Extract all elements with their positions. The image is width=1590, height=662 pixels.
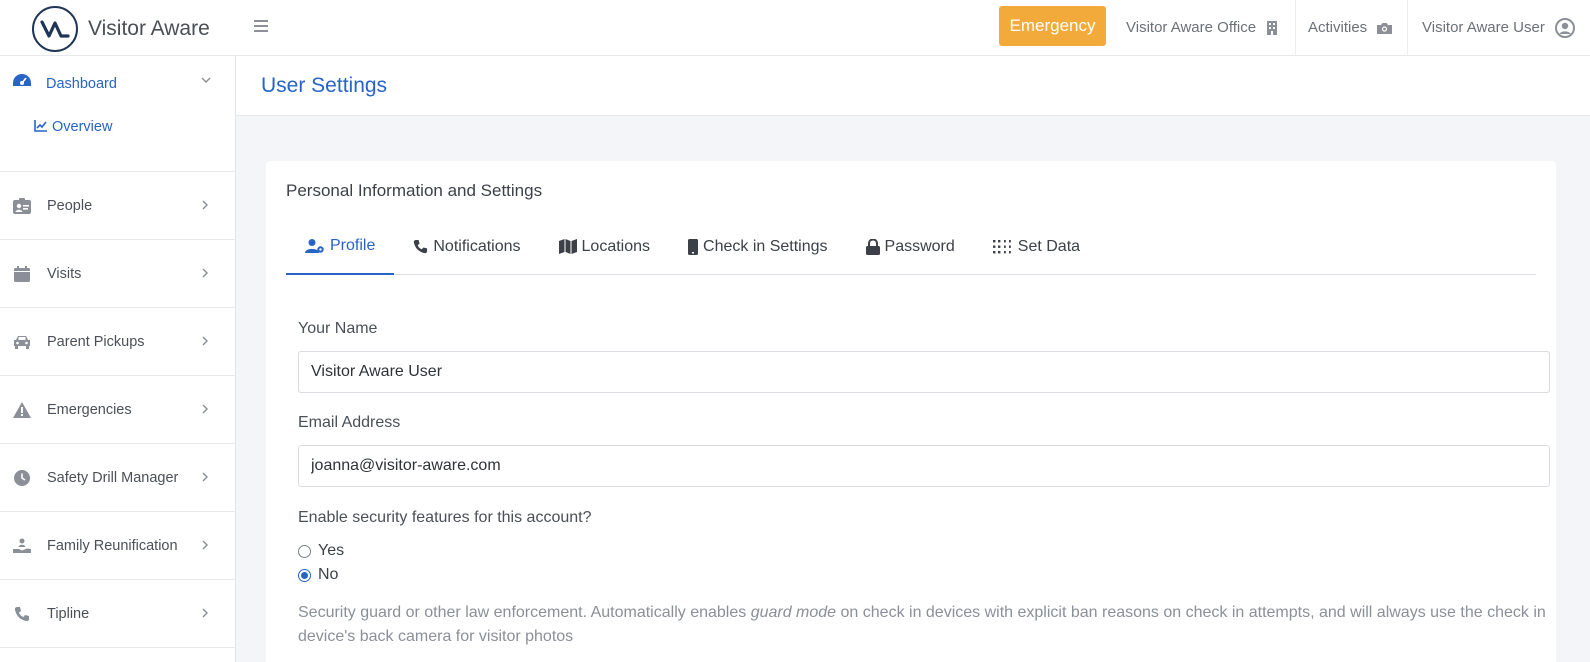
calendar-icon — [12, 265, 32, 282]
id-badge-icon — [12, 197, 32, 214]
office-link[interactable]: Visitor Aware Office — [1114, 0, 1295, 55]
page-header: User Settings — [236, 56, 1590, 116]
tab-check-in-settings[interactable]: Check in Settings — [669, 219, 847, 274]
security-option-no[interactable]: No — [298, 566, 338, 584]
page-title: User Settings — [261, 74, 388, 97]
sidebar-item-label: Dashboard — [46, 75, 117, 92]
brand[interactable]: Visitor Aware — [32, 6, 210, 52]
radio-label: No — [318, 566, 339, 583]
card-title: Personal Information and Settings — [286, 181, 543, 200]
tab-notifications[interactable]: Notifications — [394, 219, 539, 274]
menu-toggle-icon[interactable] — [254, 15, 276, 37]
sidebar-item-dashboard[interactable]: Dashboard — [12, 73, 212, 94]
yes-radio[interactable] — [298, 544, 311, 558]
security-question: Enable security features for this accoun… — [298, 509, 592, 526]
activities-label: Activities — [1308, 19, 1368, 36]
tab-password[interactable]: Password — [847, 219, 974, 274]
security-help-text: Security guard or other law enforcement.… — [298, 601, 1548, 649]
clock-icon — [12, 469, 32, 486]
car-icon — [12, 335, 32, 349]
chevron-right-icon — [199, 334, 211, 352]
office-label: Visitor Aware Office — [1126, 19, 1257, 36]
name-label: Your Name — [298, 320, 378, 337]
emergency-button[interactable]: Emergency — [999, 6, 1106, 46]
settings-card: Personal Information and Settings Profil… — [266, 161, 1556, 662]
tab-profile[interactable]: Profile — [286, 219, 395, 275]
help-text-start: Security guard or other law enforcement.… — [298, 604, 751, 621]
sidebar-item-family-reunification[interactable]: Family Reunification — [0, 512, 235, 580]
sidebar-item-tipline[interactable]: Tipline — [0, 580, 235, 648]
tab-label: Check in Settings — [703, 237, 828, 255]
sidebar-section-dashboard: Dashboard Overview — [0, 56, 235, 172]
sidebar-item-people[interactable]: People — [0, 172, 235, 240]
map-icon — [558, 239, 577, 254]
tab-locations[interactable]: Locations — [540, 219, 670, 274]
chevron-right-icon — [199, 198, 211, 216]
sidebar-item-label: Parent Pickups — [47, 333, 145, 350]
sidebar-item-safety-drill-manager[interactable]: Safety Drill Manager — [0, 444, 235, 512]
chevron-right-icon — [199, 402, 211, 420]
sidebar: Dashboard Overview People Visits Parent … — [0, 56, 236, 662]
warning-icon — [12, 401, 32, 418]
sidebar-item-parent-pickups[interactable]: Parent Pickups — [0, 308, 235, 376]
line-chart-icon — [34, 119, 48, 135]
user-gear-icon — [305, 238, 325, 254]
sidebar-item-label: Emergencies — [47, 401, 132, 418]
top-navbar: Visitor Aware Emergency Visitor Aware Of… — [0, 0, 1590, 56]
tab-label: Locations — [581, 237, 651, 255]
chevron-right-icon — [199, 606, 211, 624]
phone-icon — [413, 239, 428, 254]
tab-label: Set Data — [1017, 237, 1081, 255]
sidebar-item-label: People — [47, 197, 93, 214]
email-label: Email Address — [298, 414, 401, 431]
sidebar-item-emergencies[interactable]: Emergencies — [0, 376, 235, 444]
sidebar-item-overview[interactable]: Overview — [34, 119, 112, 135]
sidebar-item-label: Tipline — [47, 605, 90, 622]
building-icon — [1266, 20, 1278, 35]
visitor-aware-logo — [32, 6, 78, 52]
user-name: Visitor Aware User — [1422, 19, 1545, 36]
sidebar-item-visits[interactable]: Visits — [0, 240, 235, 308]
help-text-emphasis: guard mode — [750, 604, 837, 621]
chevron-right-icon — [199, 538, 211, 556]
sidebar-item-label: Family Reunification — [47, 537, 178, 554]
name-field[interactable] — [298, 351, 1550, 393]
grid-dots-icon — [992, 239, 1013, 254]
lock-icon — [865, 238, 880, 255]
security-option-yes[interactable]: Yes — [298, 542, 344, 560]
tab-label: Notifications — [433, 237, 521, 255]
sidebar-item-label: Overview — [52, 119, 113, 135]
phone-icon — [12, 606, 32, 622]
sidebar-item-label: Safety Drill Manager — [47, 469, 179, 486]
camera-icon — [1377, 22, 1393, 34]
tab-label: Password — [884, 237, 955, 255]
no-radio[interactable] — [298, 568, 311, 582]
chevron-right-icon — [199, 470, 211, 488]
settings-tabs: Profile Notifications Locations Check in… — [286, 219, 1536, 275]
tab-set-data[interactable]: Set Data — [974, 219, 1099, 274]
user-menu[interactable]: Visitor Aware User — [1407, 0, 1590, 55]
brand-name: Visitor Aware — [88, 17, 210, 40]
chevron-right-icon — [199, 266, 211, 284]
user-circle-icon — [1554, 17, 1575, 38]
activities-link[interactable]: Activities — [1295, 0, 1407, 55]
chevron-down-icon — [200, 73, 212, 91]
mobile-icon — [688, 238, 699, 255]
dashboard-gauge-icon — [12, 73, 32, 94]
sidebar-item-label: Visits — [47, 265, 82, 282]
radio-label: Yes — [318, 542, 345, 559]
email-field[interactable] — [298, 445, 1550, 487]
tab-label: Profile — [330, 237, 376, 254]
hand-holding-person-icon — [12, 538, 32, 554]
